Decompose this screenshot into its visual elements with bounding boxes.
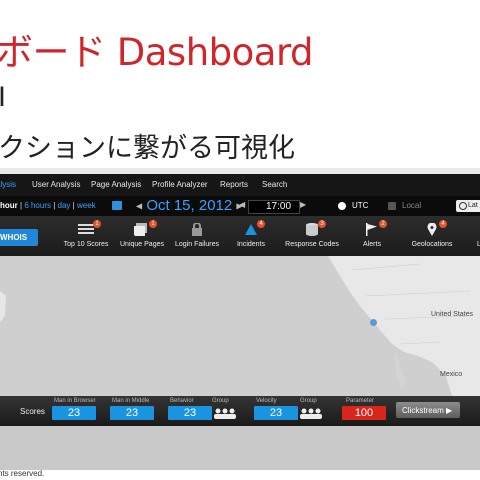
group-icon[interactable] (212, 408, 238, 420)
score-value: 100 (354, 407, 374, 419)
slide-caption: クションに繋がる可視化 (0, 133, 295, 164)
hour-value: 17:00 (266, 201, 292, 212)
alerts-badge: 2 (379, 220, 387, 228)
calendar-icon[interactable] (112, 201, 122, 210)
map-landmass (0, 256, 480, 396)
geo-marker-icon[interactable] (370, 319, 377, 326)
score-label: Parameter (346, 398, 375, 404)
scores-title: Scores (20, 407, 45, 416)
map-label-mexico: Mexico (440, 371, 463, 378)
tool-label: Incidents (236, 241, 266, 248)
date-value: Oct 15, 2012 (146, 197, 233, 214)
score-velocity[interactable]: 23 (254, 406, 298, 420)
tool-label: Alerts (363, 241, 381, 248)
latest-label: Lat (468, 202, 478, 209)
tool-unique-pages[interactable]: 1 Unique Pages (116, 216, 168, 256)
range-day[interactable]: day (58, 201, 71, 210)
prev-hour-arrow-icon[interactable]: ◀ (239, 200, 245, 209)
whois-button[interactable]: WHOIS (0, 229, 38, 246)
clickstream-button[interactable]: Clickstream ▶ (396, 402, 460, 418)
response-codes-badge: 3 (318, 220, 326, 228)
nav-item-profile-analyzer[interactable]: Profile Analyzer (152, 180, 208, 189)
tool-label: Login Failures (175, 241, 219, 248)
tool-response-codes[interactable]: 3 Response Codes (280, 216, 344, 256)
tool-incidents[interactable]: 4 Incidents (226, 216, 276, 256)
utc-label: UTC (352, 201, 369, 210)
scores-bar: Scores Man in Browser 23 Man in Middle 2… (0, 396, 480, 426)
flag-icon (366, 223, 377, 236)
pages-icon (134, 223, 147, 236)
clock-icon (459, 202, 467, 210)
local-radio[interactable] (388, 202, 396, 210)
nav-item-reports[interactable]: Reports (220, 180, 248, 189)
next-hour-arrow-icon[interactable]: ▶ (300, 200, 306, 209)
map-pin-icon (427, 223, 437, 236)
score-label: Man in Middle (112, 398, 150, 404)
score-value: 23 (269, 407, 283, 419)
score-man-in-browser[interactable]: 23 (52, 406, 96, 420)
tool-label: Top 10 Scores (63, 241, 109, 248)
prev-date-arrow-icon[interactable]: ◀ (136, 202, 142, 211)
range-week[interactable]: week (77, 201, 96, 210)
score-label: Velocity (256, 398, 277, 404)
tool-label: Response Codes (285, 241, 339, 248)
nav-item-search[interactable]: Search (262, 180, 287, 189)
geolocations-badge: 4 (439, 220, 447, 228)
tool-partial[interactable]: L (470, 216, 480, 256)
copyright-footer: hts reserved. (0, 469, 45, 478)
tool-login-failures[interactable]: Login Failures (170, 216, 224, 256)
tool-top-10-scores[interactable]: 1 Top 10 Scores (60, 216, 112, 256)
score-label: Group (212, 398, 229, 404)
latest-button[interactable]: Lat (456, 200, 480, 212)
nav-item-user-analysis[interactable]: User Analysis (32, 180, 80, 189)
top-nav: alysis User Analysis Page Analysis Profi… (0, 174, 480, 197)
map-label-united-states: United States (431, 311, 474, 318)
time-range-bar: hour | 6 hours | day | week ◀ Oct 15, 20… (0, 196, 480, 216)
tool-alerts[interactable]: 2 Alerts (352, 216, 392, 256)
score-value: 23 (67, 407, 81, 419)
score-value: 23 (183, 407, 197, 419)
nav-item-page-analysis[interactable]: Page Analysis (91, 180, 141, 189)
score-behavior[interactable]: 23 (168, 406, 212, 420)
tool-geolocations[interactable]: 4 Geolocations (406, 216, 458, 256)
slide-subtitle: I (0, 82, 6, 113)
time-range-selector: hour | 6 hours | day | week (0, 201, 96, 210)
slide-title: ボード Dashboard (0, 31, 314, 74)
slide-bottom-band (0, 426, 480, 470)
score-man-in-middle[interactable]: 23 (110, 406, 154, 420)
toolbar: WHOIS 1 Top 10 Scores 1 Unique Pages Log… (0, 216, 480, 256)
score-value: 23 (125, 407, 139, 419)
clickstream-label: Clickstream ▶ (402, 406, 453, 415)
list-icon (78, 224, 94, 234)
hour-selector[interactable]: 17:00 (248, 200, 300, 214)
unique-pages-badge: 1 (149, 220, 157, 228)
range-6-hours[interactable]: 6 hours (24, 201, 51, 210)
utc-radio[interactable] (338, 202, 346, 210)
range-hour[interactable]: hour (0, 201, 18, 210)
score-label: Group (300, 398, 317, 404)
lock-icon (192, 223, 202, 236)
date-selector[interactable]: ◀ Oct 15, 2012 ▶ (136, 197, 243, 214)
score-label: Behavior (170, 398, 194, 404)
tool-label: Unique Pages (120, 241, 164, 248)
local-label: Local (402, 201, 422, 210)
nav-item-analysis[interactable]: alysis (0, 180, 16, 189)
whois-label: WHOIS (0, 233, 28, 242)
top-10-scores-badge: 1 (93, 220, 101, 228)
score-parameter[interactable]: 100 (342, 406, 386, 420)
incidents-badge: 4 (257, 220, 265, 228)
world-map[interactable]: United States Mexico (0, 256, 480, 396)
tool-label: Geolocations (411, 241, 453, 248)
dashboard-screenshot: alysis User Analysis Page Analysis Profi… (0, 174, 480, 426)
score-label: Man in Browser (54, 398, 96, 404)
group-icon[interactable] (298, 408, 324, 420)
